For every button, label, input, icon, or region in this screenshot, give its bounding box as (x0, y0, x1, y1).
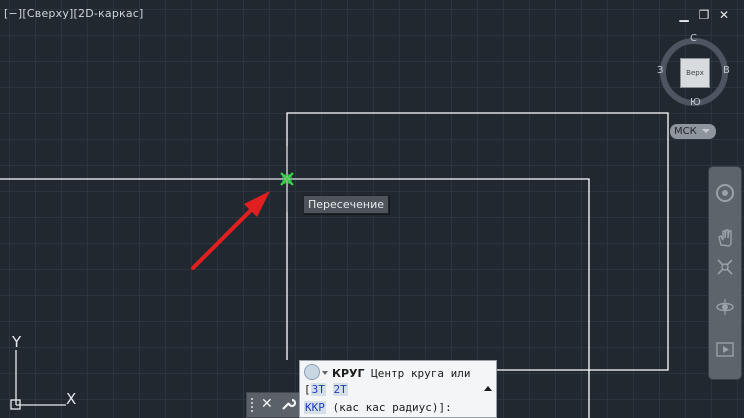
intersection-snap-marker (280, 172, 294, 186)
steering-wheel-icon[interactable] (713, 181, 737, 205)
viewcube[interactable]: Верх С Ю З В (656, 33, 732, 110)
ucs-icon: Y X (10, 333, 76, 410)
wrench-icon[interactable] (280, 396, 296, 412)
prompt-end: ]: (438, 401, 452, 414)
ucs-menu-label: МСК (674, 126, 697, 137)
pan-hand-icon[interactable] (713, 225, 737, 249)
option-kkr[interactable]: ККР (304, 401, 326, 414)
command-icon[interactable] (304, 364, 320, 380)
scroll-up-arrow[interactable] (484, 386, 492, 391)
drag-handle[interactable] (250, 397, 254, 413)
compass-south[interactable]: Ю (690, 97, 701, 108)
compass-east[interactable]: В (723, 65, 730, 76)
rectangle-1[interactable] (0, 178, 590, 418)
compass-west[interactable]: З (657, 65, 663, 76)
ucs-x-label: X (66, 390, 76, 408)
zoom-extents-icon[interactable] (713, 255, 737, 279)
compass-north[interactable]: С (690, 33, 697, 44)
navigation-bar (708, 166, 742, 380)
chevron-down-icon[interactable] (322, 371, 328, 375)
option-kkr-detail: (кас кас радиус) (332, 401, 439, 414)
viewcube-top-face[interactable]: Верх (680, 58, 710, 88)
orbit-icon[interactable] (713, 295, 737, 319)
ucs-y-label: Y (11, 333, 22, 351)
ucs-menu-button[interactable]: МСК (670, 124, 716, 139)
showmotion-icon[interactable] (713, 337, 737, 361)
close-icon[interactable]: ✕ (261, 396, 273, 412)
bracket-open: [ (304, 383, 311, 396)
chevron-down-icon (702, 129, 710, 133)
option-2t[interactable]: 2Т (332, 383, 348, 396)
rectangle-2[interactable] (286, 112, 669, 371)
red-arrow-annotation (191, 191, 270, 270)
snap-tooltip: Пересечение (303, 195, 389, 214)
command-prompt: Центр круга или (371, 367, 471, 380)
command-name: КРУГ (332, 367, 365, 380)
command-line-grip[interactable]: ✕ (246, 392, 300, 418)
command-line-panel[interactable]: КРУГ Центр круга или [3Т 2Т ККР (кас кас… (299, 360, 497, 418)
option-3t[interactable]: 3Т (310, 383, 326, 396)
